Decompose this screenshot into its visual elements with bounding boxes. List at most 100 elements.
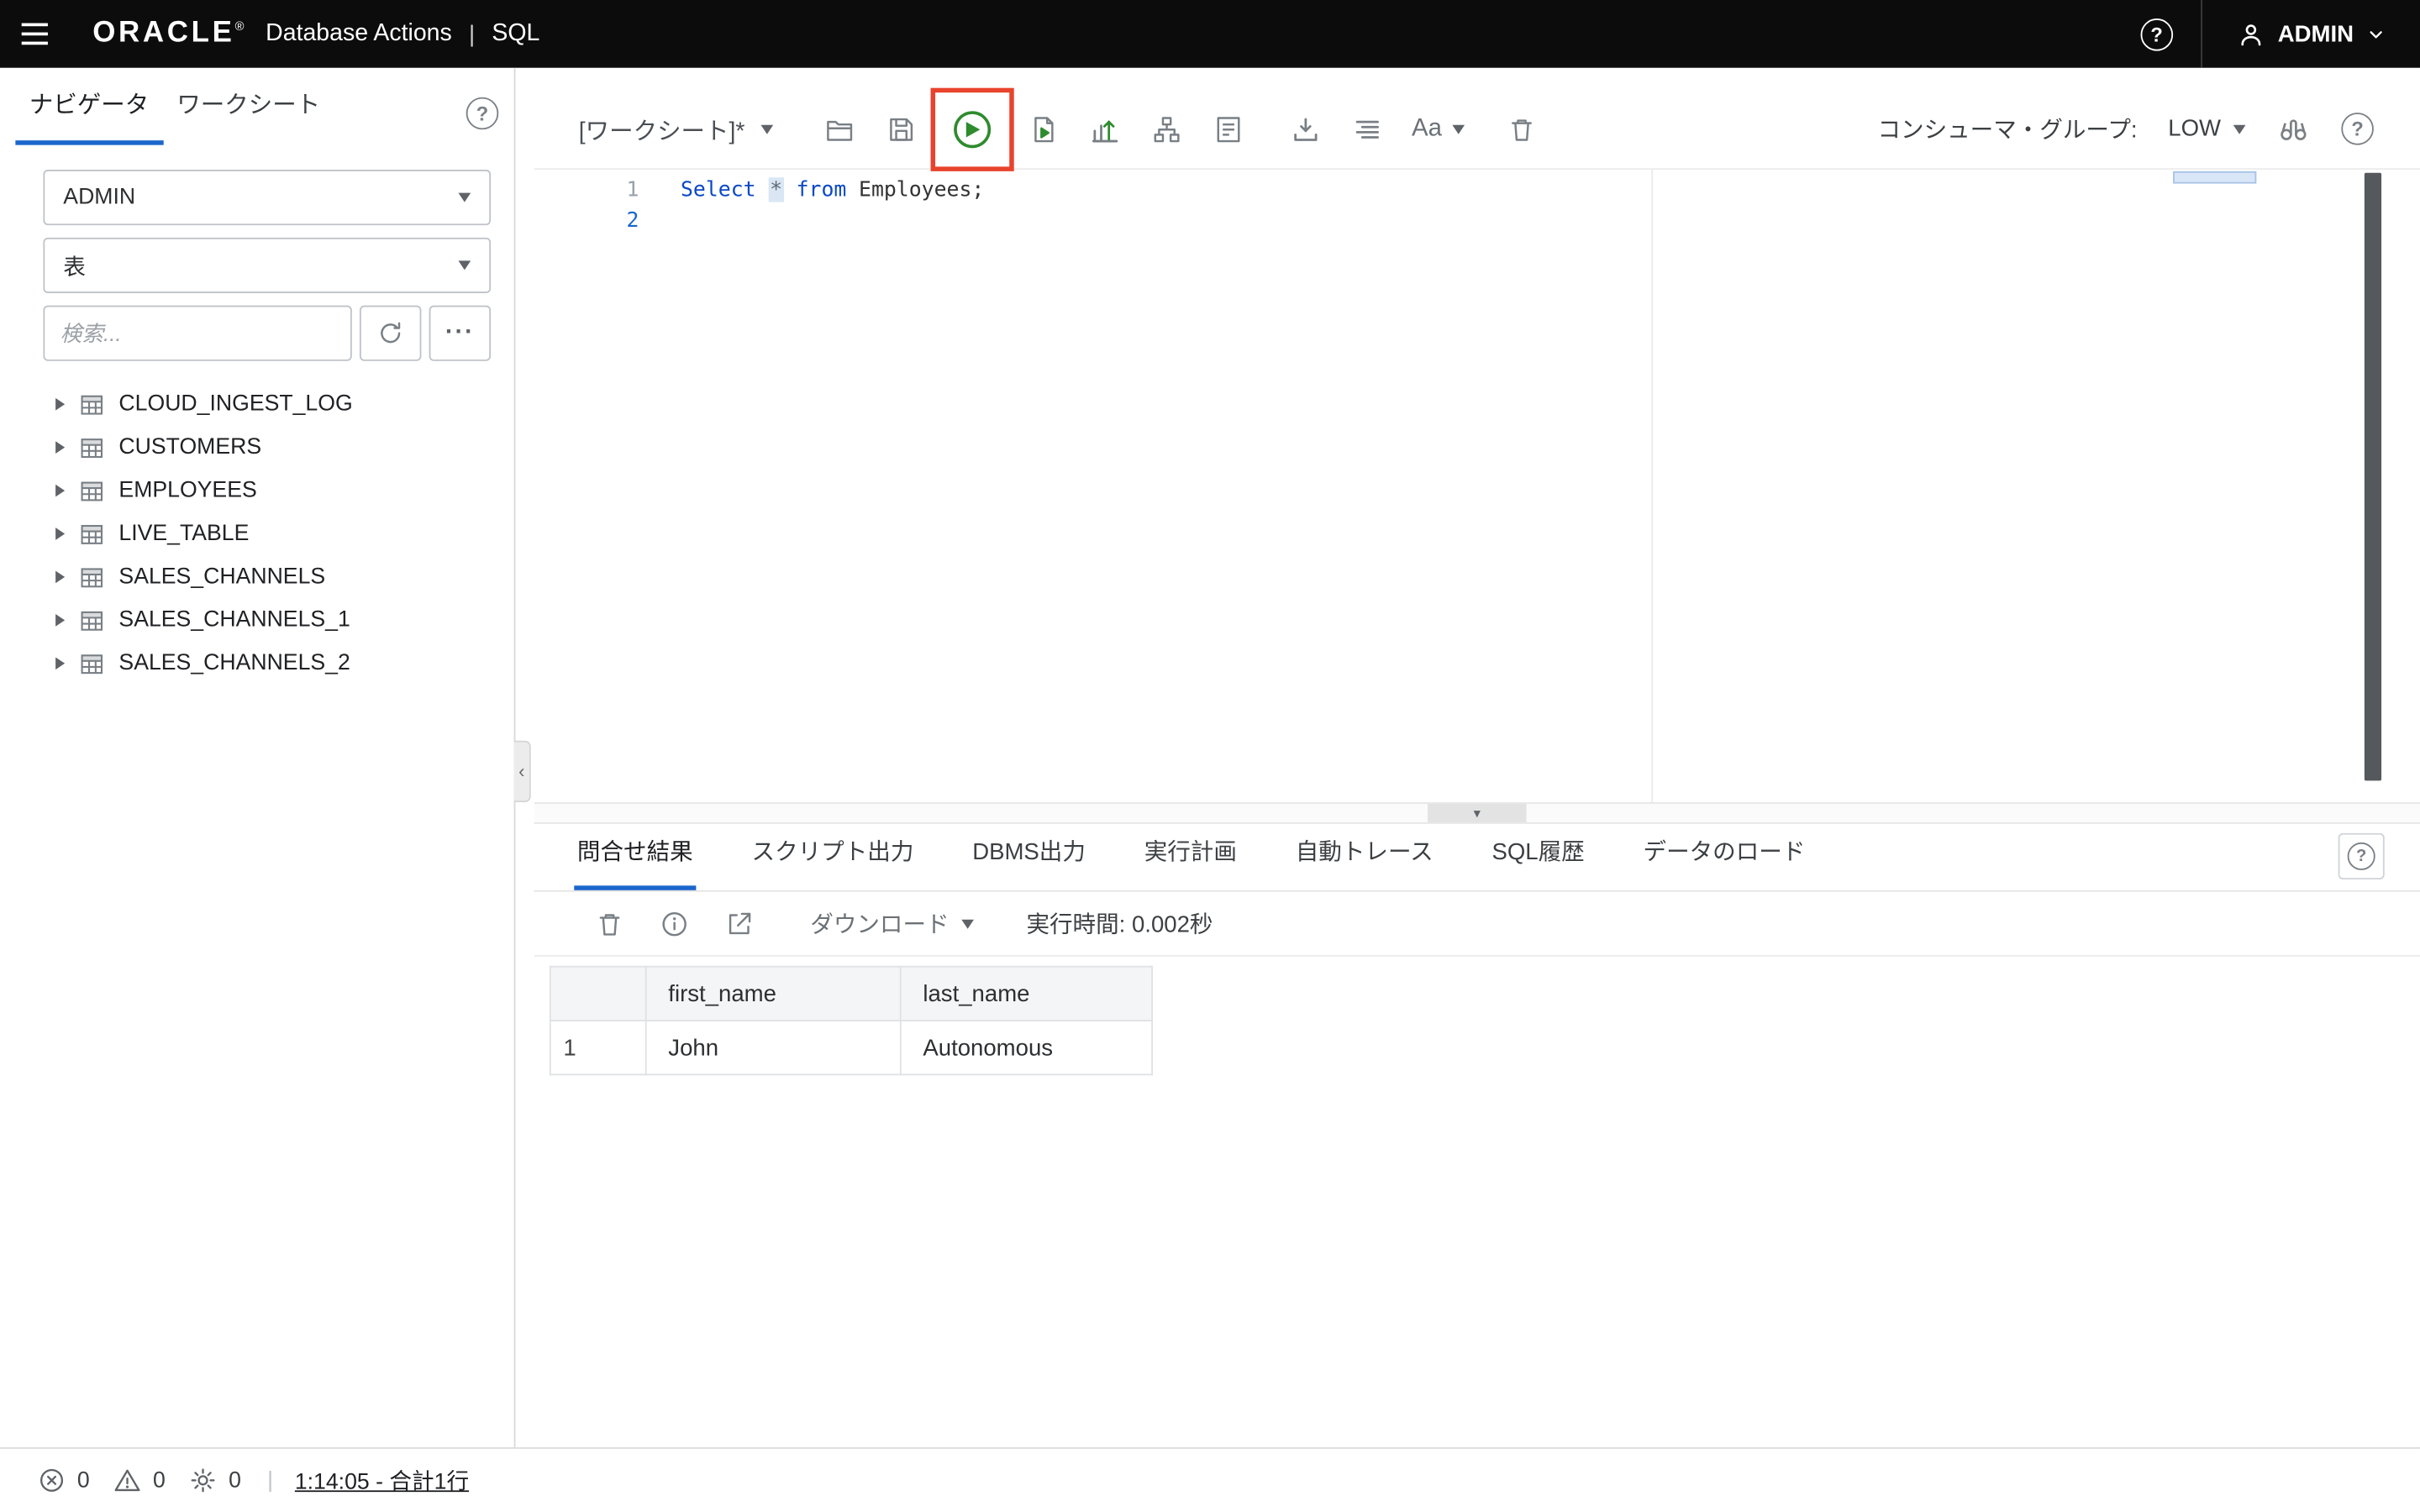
line-number-current: 2 bbox=[626, 207, 639, 234]
tree-item-customers[interactable]: CUSTOMERS bbox=[0, 426, 514, 469]
worksheet-title: [ワークシート]* bbox=[578, 118, 745, 144]
worksheet-selector[interactable]: [ワークシート]* bbox=[579, 112, 773, 145]
run-script-button[interactable] bbox=[1017, 102, 1069, 155]
expand-caret-icon[interactable] bbox=[55, 570, 66, 584]
error-circle-icon bbox=[37, 1466, 66, 1495]
table-icon bbox=[79, 564, 105, 590]
schema-select[interactable]: ADMIN bbox=[43, 170, 492, 226]
font-size-button[interactable]: Aa bbox=[1402, 102, 1475, 155]
warnings-count: 0 bbox=[152, 1467, 166, 1494]
autotrace-button[interactable] bbox=[1140, 102, 1192, 155]
refresh-button[interactable] bbox=[359, 305, 422, 361]
explain-plan-icon bbox=[1089, 113, 1120, 144]
external-link-icon bbox=[723, 908, 755, 939]
sql-editor[interactable]: 1 2 Select * from Employees; bbox=[534, 170, 2420, 803]
grid-column-header-first-name[interactable]: first_name bbox=[644, 965, 902, 1021]
tab-data-load[interactable]: データのロード bbox=[1640, 816, 1808, 890]
oracle-logo: ORACLE® bbox=[92, 17, 248, 50]
sql-identifier: Employees; bbox=[859, 177, 985, 202]
search-input[interactable] bbox=[43, 305, 352, 361]
result-info-button[interactable] bbox=[659, 897, 690, 949]
object-type-select[interactable]: 表 bbox=[43, 237, 492, 293]
results-help-button[interactable] bbox=[2338, 832, 2385, 879]
tree-item-sales-channels-1[interactable]: SALES_CHANNELS_1 bbox=[0, 599, 514, 642]
expand-caret-icon[interactable] bbox=[55, 397, 66, 411]
more-options-button[interactable] bbox=[429, 305, 492, 361]
run-statement-button[interactable] bbox=[929, 87, 1014, 171]
warnings-status[interactable]: 0 bbox=[113, 1466, 166, 1495]
expand-caret-icon[interactable] bbox=[55, 614, 66, 627]
grid-corner-header[interactable] bbox=[549, 965, 647, 1021]
sidebar-tabs: ナビゲータ ワークシート bbox=[0, 68, 514, 145]
tree-item-label: LIVE_TABLE bbox=[118, 521, 250, 547]
scrollbar-overview-highlight bbox=[2173, 171, 2257, 184]
panel-collapse-handle[interactable] bbox=[1427, 803, 1527, 822]
tree-item-sales-channels[interactable]: SALES_CHANNELS bbox=[0, 555, 514, 598]
schema-select-value: ADMIN bbox=[63, 185, 136, 210]
editor-vertical-scrollbar[interactable] bbox=[2364, 172, 2382, 781]
warning-triangle-icon bbox=[113, 1466, 142, 1495]
help-icon[interactable] bbox=[2140, 18, 2173, 50]
tab-autotrace[interactable]: 自動トレース bbox=[1292, 816, 1436, 890]
worksheet-help-icon[interactable] bbox=[2341, 113, 2374, 145]
grid-column-header-last-name[interactable]: last_name bbox=[899, 965, 1154, 1021]
expand-caret-icon[interactable] bbox=[55, 441, 66, 454]
tab-navigator[interactable]: ナビゲータ bbox=[15, 66, 163, 145]
gear-icon bbox=[188, 1466, 218, 1495]
serveroutput-button[interactable] bbox=[1202, 102, 1254, 155]
chevron-down-icon bbox=[458, 260, 471, 270]
open-file-button[interactable] bbox=[813, 102, 865, 155]
autotrace-icon bbox=[1151, 113, 1182, 144]
tab-explain-plan[interactable]: 実行計画 bbox=[1141, 816, 1240, 890]
print-margin-ruler bbox=[1651, 170, 1654, 803]
sidebar-collapse-handle[interactable] bbox=[513, 740, 531, 803]
table-row[interactable]: 1 John Autonomous bbox=[549, 1020, 1154, 1076]
tree-item-employees[interactable]: EMPLOYEES bbox=[0, 469, 514, 512]
expand-caret-icon[interactable] bbox=[55, 657, 66, 670]
clear-worksheet-button[interactable] bbox=[1496, 102, 1548, 155]
find-icon[interactable] bbox=[2276, 112, 2310, 145]
download-editor-button[interactable] bbox=[1279, 102, 1331, 155]
code-content[interactable]: Select * from Employees; bbox=[681, 170, 2420, 802]
user-name: ADMIN bbox=[2277, 20, 2354, 48]
result-grid-container: first_name last_name 1 John Autonomous bbox=[534, 957, 2420, 1447]
chevron-down-icon bbox=[961, 918, 975, 928]
tasks-status[interactable]: 0 bbox=[188, 1466, 241, 1495]
download-label: ダウンロード bbox=[810, 911, 950, 938]
hamburger-menu-icon[interactable] bbox=[0, 0, 68, 68]
table-icon bbox=[79, 607, 105, 633]
download-icon bbox=[1290, 113, 1321, 144]
format-button[interactable] bbox=[1340, 102, 1392, 155]
tree-item-cloud-ingest-log[interactable]: CLOUD_INGEST_LOG bbox=[0, 383, 514, 426]
grid-row-number[interactable]: 1 bbox=[549, 1020, 647, 1076]
run-script-icon bbox=[1028, 113, 1059, 144]
grid-cell-first-name[interactable]: John bbox=[644, 1020, 902, 1076]
tab-sql-history[interactable]: SQL履歴 bbox=[1489, 816, 1588, 890]
tab-script-output[interactable]: スクリプト出力 bbox=[749, 816, 917, 890]
tree-item-sales-channels-2[interactable]: SALES_CHANNELS_2 bbox=[0, 642, 514, 685]
tree-item-live-table[interactable]: LIVE_TABLE bbox=[0, 512, 514, 555]
sidebar-splitter bbox=[513, 67, 534, 1447]
sidebar-help-icon[interactable] bbox=[466, 97, 499, 130]
errors-status[interactable]: 0 bbox=[37, 1466, 90, 1495]
worksheet-area: [ワークシート]* Aa コンシューマ・グループ: LOW ? 1 2 Sele… bbox=[534, 67, 2420, 1447]
table-icon bbox=[79, 650, 105, 676]
tree-item-label: CLOUD_INGEST_LOG bbox=[118, 391, 353, 417]
grid-cell-last-name[interactable]: Autonomous bbox=[899, 1020, 1154, 1076]
download-results-button[interactable]: ダウンロード bbox=[801, 906, 983, 941]
tree-item-label: CUSTOMERS bbox=[118, 434, 262, 460]
execution-summary-link[interactable]: 1:14:05 - 合計1行 bbox=[295, 1464, 469, 1497]
expand-caret-icon[interactable] bbox=[55, 528, 66, 540]
consumer-group-select[interactable]: LOW bbox=[2168, 116, 2246, 142]
tree-item-label: SALES_CHANNELS_1 bbox=[118, 607, 350, 633]
user-menu[interactable]: ADMIN bbox=[2202, 19, 2420, 49]
tab-query-result[interactable]: 問合せ結果 bbox=[574, 816, 697, 890]
open-in-new-button[interactable] bbox=[723, 897, 755, 949]
save-icon bbox=[886, 113, 917, 144]
expand-caret-icon[interactable] bbox=[55, 484, 66, 497]
explain-plan-button[interactable] bbox=[1078, 102, 1130, 155]
save-button[interactable] bbox=[875, 102, 927, 155]
clear-results-button[interactable] bbox=[594, 897, 625, 949]
tab-dbms-output[interactable]: DBMS出力 bbox=[970, 816, 1089, 890]
tab-worksheet[interactable]: ワークシート bbox=[163, 66, 334, 145]
